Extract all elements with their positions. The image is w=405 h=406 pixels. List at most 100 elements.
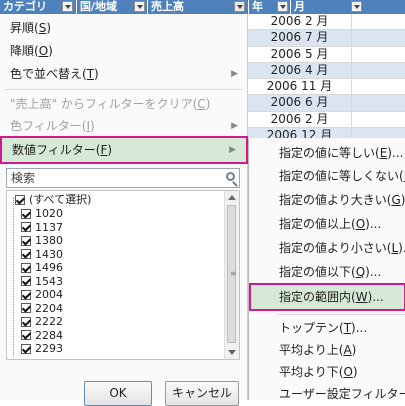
list-item[interactable]: 1430 — [21, 248, 63, 262]
paren: ) — [46, 21, 51, 35]
table-row[interactable]: 2006 6 月 — [248, 95, 405, 112]
submenu-item-below-average[interactable]: 平均より下(O) — [249, 360, 405, 384]
number-filter-item[interactable]: 数値フィルター(F) ▶ — [0, 136, 248, 164]
category-filter-dropdown[interactable] — [62, 1, 73, 12]
checkbox-checked-icon[interactable] — [21, 303, 31, 314]
header-month: 月 — [290, 0, 405, 14]
submenu-item-label: ユーザー設定フィルター( — [279, 387, 405, 401]
submenu-arrow-icon: ▶ — [229, 145, 236, 155]
list-item[interactable]: (すべて選択) — [15, 193, 91, 207]
list-scrollbar[interactable]: ≡ — [224, 191, 239, 359]
year-filter-dropdown[interactable] — [277, 1, 288, 12]
checkbox-checked-icon[interactable] — [21, 249, 31, 260]
scroll-down-arrow-icon[interactable] — [228, 350, 236, 355]
submenu-item-tail: )... — [398, 241, 405, 255]
checkbox-checked-icon[interactable] — [21, 343, 31, 354]
submenu-item-label: 指定の値より大きい( — [279, 193, 392, 207]
table-row[interactable]: 2006 2 月 — [248, 111, 405, 129]
list-item[interactable]: 1137 — [21, 221, 63, 235]
submenu-item-tail: )... — [365, 217, 382, 231]
list-item[interactable]: 1496 — [21, 261, 63, 275]
color-filter-item[interactable]: 色フィルター(I) ▶ — [0, 114, 248, 138]
checkbox-checked-icon[interactable] — [21, 222, 31, 233]
checkbox-checked-icon[interactable] — [21, 235, 31, 246]
checkbox-checked-icon[interactable] — [21, 330, 31, 341]
list-item-label: 2204 — [35, 301, 63, 315]
checkbox-checked-icon[interactable] — [21, 262, 31, 273]
submenu-item-key: G — [391, 193, 401, 207]
table-row[interactable]: 2006 7 月 — [248, 30, 405, 47]
submenu-item-custom-filter[interactable]: ユーザー設定フィルター(F)... — [249, 382, 405, 406]
clear-filter-key: C — [197, 97, 206, 111]
list-item-label: 1020 — [35, 207, 63, 220]
sort-descending-item[interactable]: 降順(O) — [0, 39, 248, 63]
table-row[interactable]: 2006 5 月 — [248, 46, 405, 63]
submenu-item-label: 平均より上( — [279, 343, 344, 357]
submenu-item-label: 指定の値以上( — [279, 217, 356, 231]
value-checkbox-list[interactable]: (すべて選択) 1020 1137 1380 1430 1496 1543 20… — [6, 190, 240, 360]
table-row[interactable]: 2006 2 月 — [248, 14, 405, 31]
checkbox-checked-icon[interactable] — [21, 316, 31, 327]
list-item[interactable]: 1543 — [21, 275, 63, 289]
clear-filter-item[interactable]: "売上高" からフィルターをクリア(C) — [0, 92, 248, 116]
submenu-item-between[interactable]: 指定の範囲内(W)... — [249, 283, 405, 311]
submenu-item-less-equal[interactable]: 指定の値以下(Q)... — [249, 260, 405, 284]
date-cell[interactable]: 2006 5 月 — [248, 47, 351, 62]
table-row[interactable]: 2006 11 月 — [248, 79, 405, 96]
list-item[interactable]: 2293 — [21, 342, 63, 356]
header-region: 国/地域 — [76, 0, 147, 14]
list-item[interactable]: 2004 — [21, 288, 63, 302]
sort-ascending-item[interactable]: 昇順(S) — [0, 16, 248, 40]
scrollbar-thumb[interactable]: ≡ — [227, 205, 237, 343]
date-cell[interactable]: 2006 2 月 — [248, 14, 351, 29]
paren: ) — [90, 119, 95, 133]
checkbox-checked-icon[interactable] — [21, 276, 31, 287]
region-filter-dropdown[interactable] — [134, 1, 145, 12]
list-item-label: (すべて選択) — [29, 193, 92, 206]
header-region-label: 国/地域 — [80, 0, 118, 13]
month-filter-dropdown[interactable] — [351, 1, 362, 12]
submenu-item-less-than[interactable]: 指定の値より小さい(L)... — [249, 236, 405, 260]
menu-divider — [4, 89, 243, 90]
list-item[interactable]: 2284 — [21, 329, 63, 343]
checkbox-checked-icon[interactable] — [15, 194, 25, 205]
submenu-item-tail: )... — [365, 265, 382, 279]
scroll-up-arrow-icon[interactable] — [228, 195, 236, 200]
list-item[interactable]: 1380 — [21, 234, 63, 248]
list-item-label: 1496 — [35, 261, 63, 274]
submenu-item-equals[interactable]: 指定の値に等しい(E)... — [249, 141, 405, 165]
list-item[interactable]: 2204 — [21, 302, 63, 316]
sort-by-color-item[interactable]: 色で並べ替え(T) ▶ — [0, 62, 248, 86]
sales-filter-dropdown[interactable] — [234, 1, 245, 12]
grip-icon: ≡ — [230, 269, 237, 278]
date-cell[interactable]: 2006 11 月 — [248, 79, 351, 94]
sort-by-color-key: T — [86, 67, 95, 81]
submenu-item-above-average[interactable]: 平均より上(A) — [249, 338, 405, 362]
submenu-item-key: A — [343, 343, 352, 357]
ok-button[interactable]: OK — [84, 381, 152, 406]
list-item-label: 1430 — [35, 247, 63, 261]
submenu-item-not-equal[interactable]: 指定の値に等しくない(N)... — [249, 164, 405, 188]
search-input[interactable]: 検索 — [6, 168, 240, 188]
list-item[interactable]: 1020 — [21, 207, 63, 221]
submenu-item-greater-equal[interactable]: 指定の値以上(O)... — [249, 212, 405, 236]
date-cell[interactable]: 2006 2 月 — [248, 112, 351, 127]
list-item-label: 1543 — [35, 274, 63, 288]
checkbox-checked-icon[interactable] — [21, 289, 31, 300]
list-item[interactable]: 2222 — [21, 315, 63, 329]
submenu-item-greater-than[interactable]: 指定の値より大きい(G)... — [249, 188, 405, 212]
date-cells: 2006 2 月 2006 7 月 2006 5 月 2006 4 月 2006… — [248, 14, 405, 145]
header-sales: 売上高 — [147, 0, 248, 14]
date-cell[interactable]: 2006 6 月 — [248, 95, 351, 110]
table-row[interactable]: 2006 4 月 — [248, 62, 405, 80]
list-item-label: 1137 — [35, 220, 63, 234]
sort-descending-key: O — [38, 44, 49, 58]
submenu-item-key: W — [355, 290, 368, 304]
cancel-button[interactable]: キャンセル — [165, 381, 239, 406]
submenu-item-key: T — [343, 321, 352, 335]
date-cell[interactable]: 2006 4 月 — [248, 63, 351, 78]
date-cell[interactable]: 2006 7 月 — [248, 30, 351, 45]
search-icon[interactable] — [226, 172, 235, 181]
checkbox-checked-icon[interactable] — [21, 208, 31, 219]
submenu-item-top-ten[interactable]: トップテン(T)... — [249, 316, 405, 340]
